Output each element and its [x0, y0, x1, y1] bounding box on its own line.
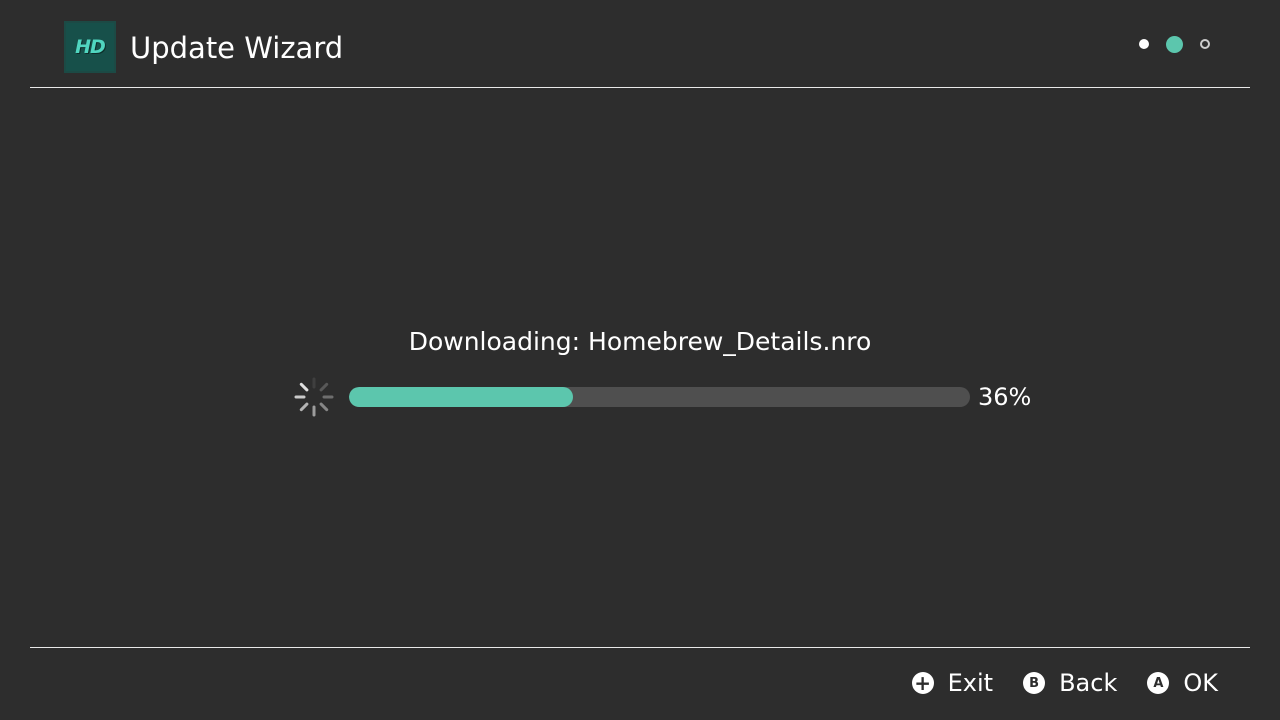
step-dot-current	[1166, 36, 1183, 53]
footer-actions: + Exit B Back A OK	[911, 666, 1218, 700]
download-progress-percent: 36%	[978, 383, 1032, 411]
back-button[interactable]: B Back	[1023, 668, 1117, 698]
ok-button[interactable]: A OK	[1147, 668, 1218, 698]
plus-button-icon: +	[911, 672, 934, 694]
step-dot-completed	[1139, 39, 1149, 49]
exit-button[interactable]: + Exit	[911, 668, 994, 698]
step-dot-pending	[1200, 39, 1210, 49]
download-status-text: Downloading: Homebrew_Details.nro	[408, 327, 872, 356]
app-logo-icon: HD	[64, 21, 116, 73]
a-button-icon: A	[1147, 672, 1170, 694]
back-button-label: Back	[1059, 669, 1118, 697]
download-progress-bar	[349, 387, 970, 407]
download-progress-fill	[349, 387, 573, 407]
loading-spinner-icon	[294, 377, 334, 417]
header-divider	[30, 87, 1250, 88]
footer-divider	[30, 647, 1250, 648]
page-title: Update Wizard	[130, 31, 344, 65]
app-logo-text: HD	[75, 36, 106, 58]
b-button-icon: B	[1023, 672, 1046, 694]
ok-button-label: OK	[1183, 669, 1218, 697]
exit-button-label: Exit	[947, 669, 994, 697]
step-indicator	[1130, 34, 1220, 54]
